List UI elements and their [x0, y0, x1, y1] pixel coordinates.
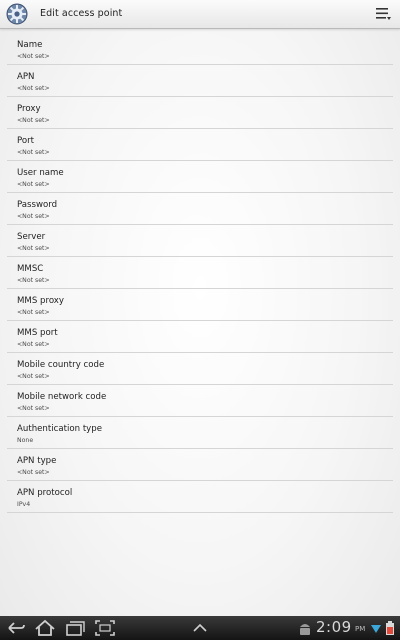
- setting-value: <Not set>: [17, 373, 50, 380]
- setting-value: <Not set>: [17, 85, 50, 92]
- setting-value: <Not set>: [17, 53, 50, 60]
- setting-row-authentication-type[interactable]: Authentication type None: [7, 417, 393, 449]
- action-bar: Edit access point: [0, 0, 400, 29]
- setting-row-apn[interactable]: APN <Not set>: [7, 65, 393, 97]
- setting-value: <Not set>: [17, 149, 50, 156]
- setting-row-port[interactable]: Port <Not set>: [7, 129, 393, 161]
- setting-label: MMS proxy: [17, 296, 64, 306]
- wifi-icon: [371, 625, 381, 633]
- setting-row-name[interactable]: Name <Not set>: [7, 33, 393, 65]
- home-icon[interactable]: [34, 618, 56, 638]
- setting-label: Mobile network code: [17, 392, 107, 402]
- android-icon: [300, 624, 310, 635]
- setting-label: APN: [17, 72, 35, 82]
- page-title: Edit access point: [40, 8, 123, 19]
- setting-value: <Not set>: [17, 117, 50, 124]
- setting-label: APN protocol: [17, 488, 73, 498]
- chevron-up-icon[interactable]: [190, 618, 210, 638]
- setting-row-server[interactable]: Server <Not set>: [7, 225, 393, 257]
- recent-apps-icon[interactable]: [64, 618, 86, 638]
- setting-value: <Not set>: [17, 213, 50, 220]
- status-ampm: PM: [355, 625, 366, 633]
- setting-row-mobile-network-code[interactable]: Mobile network code <Not set>: [7, 385, 393, 417]
- setting-label: MMSC: [17, 264, 44, 274]
- setting-value: None: [17, 437, 34, 444]
- setting-label: Name: [17, 40, 43, 50]
- setting-row-user-name[interactable]: User name <Not set>: [7, 161, 393, 193]
- setting-label: Mobile country code: [17, 360, 105, 370]
- setting-value: <Not set>: [17, 245, 50, 252]
- setting-value: <Not set>: [17, 405, 50, 412]
- back-icon[interactable]: [6, 618, 26, 638]
- setting-value: IPv4: [17, 501, 31, 508]
- overflow-menu-icon[interactable]: [374, 5, 392, 23]
- setting-row-password[interactable]: Password <Not set>: [7, 193, 393, 225]
- setting-row-mobile-country-code[interactable]: Mobile country code <Not set>: [7, 353, 393, 385]
- apn-settings-list: Name <Not set> APN <Not set> Proxy <Not …: [7, 33, 393, 513]
- setting-value: <Not set>: [17, 341, 50, 348]
- setting-label: Proxy: [17, 104, 41, 114]
- setting-label: User name: [17, 168, 64, 178]
- setting-row-mms-port[interactable]: MMS port <Not set>: [7, 321, 393, 353]
- battery-icon: [386, 621, 394, 635]
- settings-gear-icon[interactable]: [6, 3, 28, 25]
- setting-row-apn-type[interactable]: APN type <Not set>: [7, 449, 393, 481]
- setting-label: Password: [17, 200, 58, 210]
- setting-label: Port: [17, 136, 35, 146]
- status-clock: 2:09: [316, 618, 352, 636]
- setting-label: MMS port: [17, 328, 58, 338]
- setting-value: <Not set>: [17, 469, 50, 476]
- setting-row-apn-protocol[interactable]: APN protocol IPv4: [7, 481, 393, 513]
- setting-row-mmsc[interactable]: MMSC <Not set>: [7, 257, 393, 289]
- setting-value: <Not set>: [17, 181, 50, 188]
- setting-label: APN type: [17, 456, 57, 466]
- setting-row-proxy[interactable]: Proxy <Not set>: [7, 97, 393, 129]
- setting-row-mms-proxy[interactable]: MMS proxy <Not set>: [7, 289, 393, 321]
- setting-label: Authentication type: [17, 424, 103, 434]
- system-navigation-bar: 2:09 PM: [0, 616, 400, 640]
- setting-label: Server: [17, 232, 46, 242]
- screenshot-icon[interactable]: [94, 618, 116, 638]
- setting-value: <Not set>: [17, 277, 50, 284]
- setting-value: <Not set>: [17, 309, 50, 316]
